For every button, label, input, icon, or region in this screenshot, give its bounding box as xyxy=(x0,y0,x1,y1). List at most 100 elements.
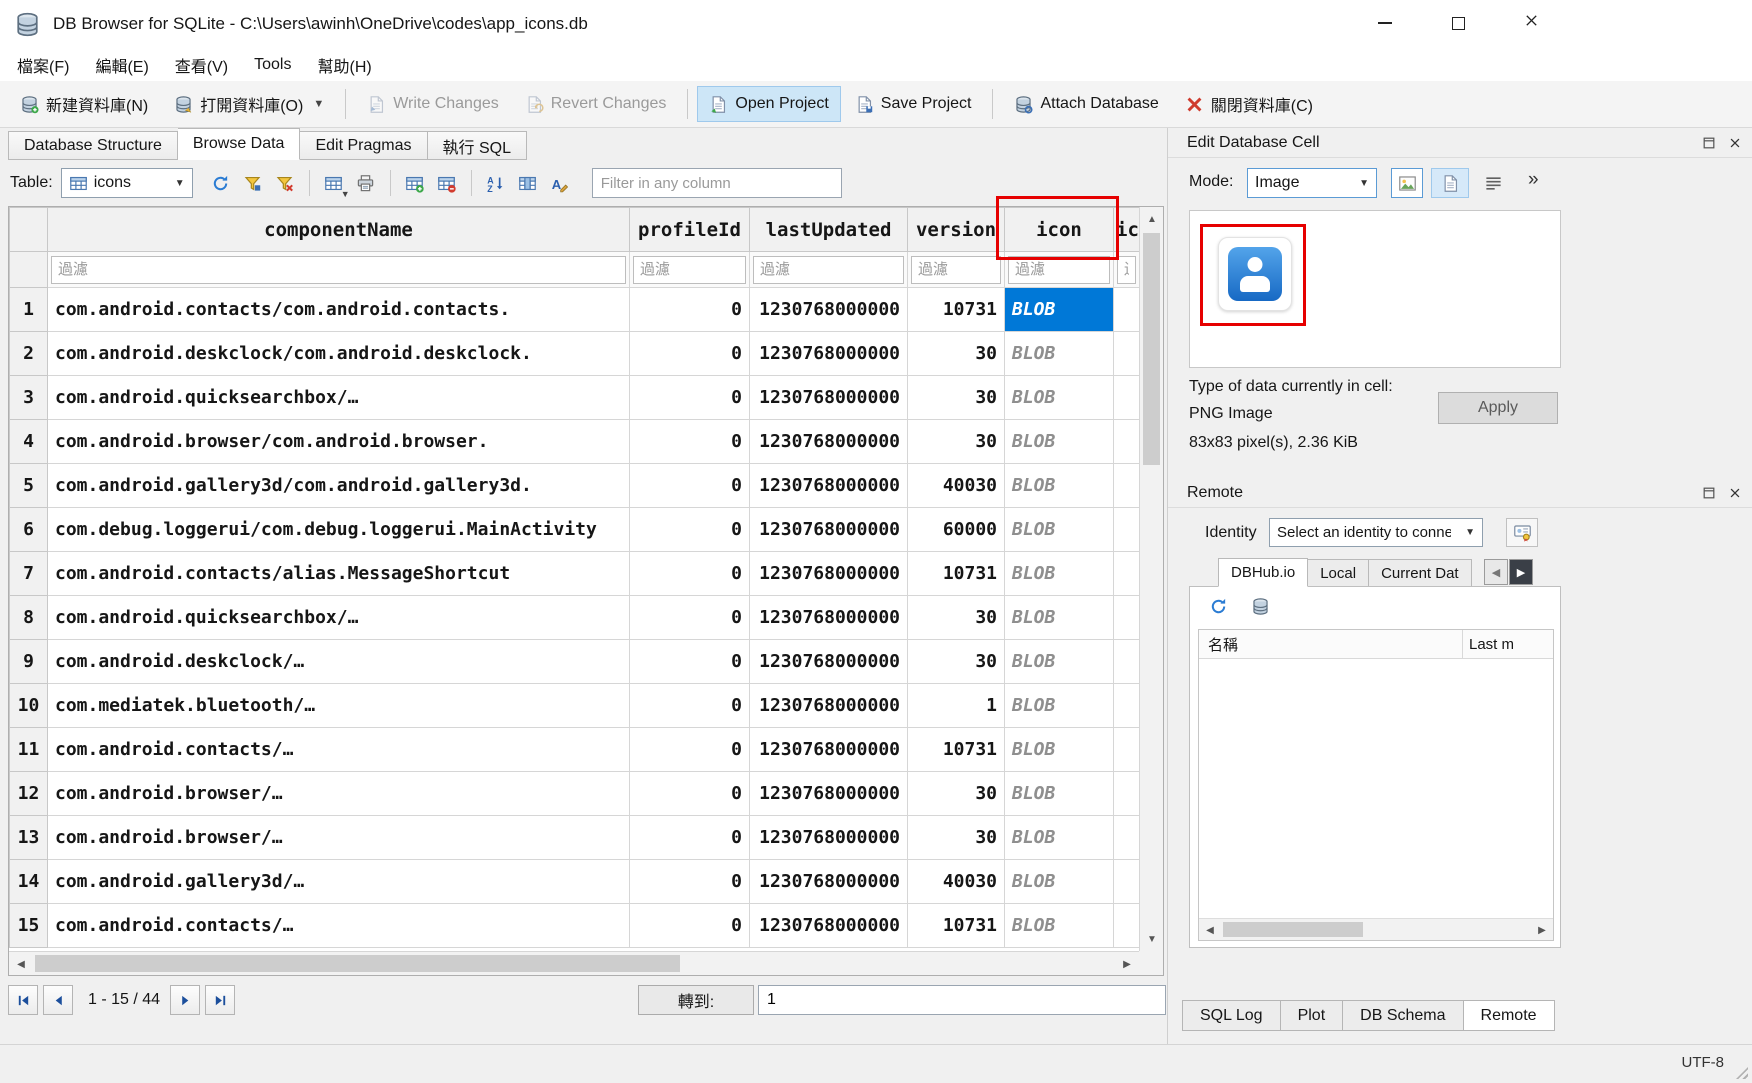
table-row[interactable]: 7com.android.contacts/alias.MessageShort… xyxy=(10,552,1140,596)
row-number[interactable]: 6 xyxy=(10,508,48,552)
cell-componentname[interactable]: com.android.contacts/… xyxy=(48,904,630,948)
filter-input-icon[interactable] xyxy=(1008,256,1110,284)
cell-lastupdated[interactable]: 1230768000000 xyxy=(750,816,908,860)
cell-lastupdated[interactable]: 1230768000000 xyxy=(750,508,908,552)
cell-icon[interactable]: BLOB xyxy=(1005,860,1114,904)
open-database-button[interactable]: 打開資料庫(O)▼ xyxy=(162,86,336,122)
cell-icon[interactable]: BLOB xyxy=(1005,728,1114,772)
cell-version[interactable]: 30 xyxy=(908,596,1005,640)
column-header-lastupdated[interactable]: lastUpdated xyxy=(750,208,908,252)
tab-scroll-right-button[interactable]: ▶ xyxy=(1509,559,1533,585)
vertical-scrollbar-thumb[interactable] xyxy=(1143,233,1160,465)
cell-icon[interactable]: BLOB xyxy=(1005,640,1114,684)
cell-componentname[interactable]: com.android.contacts/… xyxy=(48,728,630,772)
cell-version[interactable]: 10731 xyxy=(908,552,1005,596)
cell-icon[interactable]: BLOB xyxy=(1005,552,1114,596)
cell-componentname[interactable]: com.android.gallery3d/com.android.galler… xyxy=(48,464,630,508)
cell-profileid[interactable]: 0 xyxy=(630,596,750,640)
cell-version[interactable]: 40030 xyxy=(908,860,1005,904)
cell-icon[interactable]: BLOB xyxy=(1005,288,1114,332)
table-row[interactable]: 10com.mediatek.bluetooth/…01230768000000… xyxy=(10,684,1140,728)
goto-button[interactable]: 轉到: xyxy=(638,985,754,1015)
cell-lastupdated[interactable]: 1230768000000 xyxy=(750,332,908,376)
row-number[interactable]: 12 xyxy=(10,772,48,816)
sort-asc-button[interactable]: AZ xyxy=(480,168,512,198)
resize-grip[interactable] xyxy=(1736,1067,1748,1079)
cell-profileid[interactable]: 0 xyxy=(630,904,750,948)
cell-componentname[interactable]: com.mediatek.bluetooth/… xyxy=(48,684,630,728)
remote-tab-dbhub-io[interactable]: DBHub.io xyxy=(1218,558,1308,587)
table-select[interactable]: icons ▼ xyxy=(61,168,193,198)
cell-profileid[interactable]: 0 xyxy=(630,376,750,420)
menu-item-h[interactable]: 幫助(H) xyxy=(304,48,384,82)
cell-lastupdated[interactable]: 1230768000000 xyxy=(750,288,908,332)
menu-item-v[interactable]: 查看(V) xyxy=(162,48,241,82)
cell-partial[interactable] xyxy=(1114,552,1140,596)
close-panel-button[interactable] xyxy=(1722,481,1748,505)
delete-record-button[interactable] xyxy=(431,168,463,198)
cell-icon[interactable]: BLOB xyxy=(1005,464,1114,508)
revert-changes-button[interactable]: Revert Changes xyxy=(513,86,679,122)
toolbar-overflow-button[interactable]: » xyxy=(1528,170,1539,189)
row-number[interactable]: 11 xyxy=(10,728,48,772)
table-row[interactable]: 13com.android.browser/…0123076800000030B… xyxy=(10,816,1140,860)
cell-lastupdated[interactable]: 1230768000000 xyxy=(750,640,908,684)
cell-partial[interactable] xyxy=(1114,332,1140,376)
cell-lastupdated[interactable]: 1230768000000 xyxy=(750,772,908,816)
cell-icon[interactable]: BLOB xyxy=(1005,508,1114,552)
scrollbar-thumb[interactable] xyxy=(1223,922,1363,937)
insert-record-button[interactable] xyxy=(399,168,431,198)
cell-icon[interactable]: BLOB xyxy=(1005,596,1114,640)
next-record-button[interactable] xyxy=(170,985,200,1015)
column-header-componentname[interactable]: componentName xyxy=(48,208,630,252)
row-number[interactable]: 13 xyxy=(10,816,48,860)
cell-version[interactable]: 10731 xyxy=(908,904,1005,948)
cell-profileid[interactable]: 0 xyxy=(630,684,750,728)
cell-profileid[interactable]: 0 xyxy=(630,288,750,332)
cell-profileid[interactable]: 0 xyxy=(630,552,750,596)
cell-version[interactable]: 10731 xyxy=(908,288,1005,332)
table-row[interactable]: 8com.android.quicksearchbox/…01230768000… xyxy=(10,596,1140,640)
table-row[interactable]: 11com.android.contacts/…0123076800000010… xyxy=(10,728,1140,772)
cell-version[interactable]: 30 xyxy=(908,420,1005,464)
text-mode-button[interactable] xyxy=(1431,168,1469,198)
horizontal-scrollbar-thumb[interactable] xyxy=(35,955,680,972)
refresh-button[interactable] xyxy=(205,168,237,198)
clear-filters-button[interactable] xyxy=(269,168,301,198)
scroll-right-button[interactable]: ▶ xyxy=(1531,919,1553,941)
row-number[interactable]: 8 xyxy=(10,596,48,640)
float-panel-button[interactable] xyxy=(1696,131,1722,155)
filter-input-lastupdated[interactable] xyxy=(753,256,904,284)
scroll-down-button[interactable]: ▼ xyxy=(1140,927,1164,951)
minimize-button[interactable] xyxy=(1356,0,1414,46)
row-number[interactable]: 2 xyxy=(10,332,48,376)
cell-componentname[interactable]: com.android.browser/… xyxy=(48,816,630,860)
row-number[interactable]: 10 xyxy=(10,684,48,728)
cell-icon[interactable]: BLOB xyxy=(1005,420,1114,464)
goto-record-input[interactable] xyxy=(758,985,1166,1015)
float-panel-button[interactable] xyxy=(1696,481,1722,505)
cell-lastupdated[interactable]: 1230768000000 xyxy=(750,552,908,596)
cell-lastupdated[interactable]: 1230768000000 xyxy=(750,684,908,728)
cell-lastupdated[interactable]: 1230768000000 xyxy=(750,728,908,772)
cell-partial[interactable] xyxy=(1114,376,1140,420)
table-row[interactable]: 5com.android.gallery3d/com.android.galle… xyxy=(10,464,1140,508)
open-project-button[interactable]: Open Project xyxy=(697,86,840,122)
cell-componentname[interactable]: com.android.browser/com.android.browser. xyxy=(48,420,630,464)
cell-partial[interactable] xyxy=(1114,420,1140,464)
table-row[interactable]: 15com.android.contacts/…0123076800000010… xyxy=(10,904,1140,948)
table-row[interactable]: 4com.android.browser/com.android.browser… xyxy=(10,420,1140,464)
last-record-button[interactable] xyxy=(205,985,235,1015)
menu-item-e[interactable]: 編輯(E) xyxy=(82,48,161,82)
table-row[interactable]: 2com.android.deskclock/com.android.deskc… xyxy=(10,332,1140,376)
cell-componentname[interactable]: com.android.gallery3d/… xyxy=(48,860,630,904)
tab-sql[interactable]: 執行 SQL xyxy=(428,131,527,160)
maximize-button[interactable] xyxy=(1429,0,1487,46)
save-view-button[interactable]: ▼ xyxy=(318,168,350,198)
menu-item-f[interactable]: 檔案(F) xyxy=(4,48,82,82)
cell-partial[interactable] xyxy=(1114,640,1140,684)
cell-partial[interactable] xyxy=(1114,596,1140,640)
cell-componentname[interactable]: com.android.deskclock/… xyxy=(48,640,630,684)
cell-profileid[interactable]: 0 xyxy=(630,640,750,684)
previous-record-button[interactable] xyxy=(43,985,73,1015)
